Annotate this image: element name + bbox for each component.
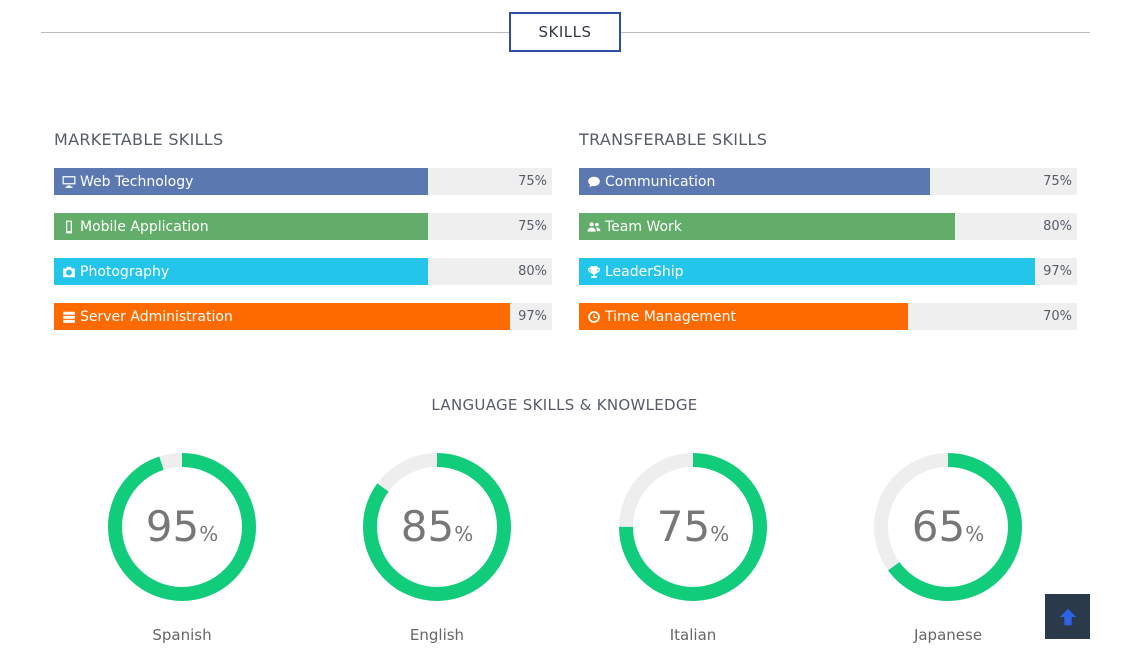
skill-percent: 75% [518,174,547,189]
skill-percent: 80% [1043,219,1072,234]
skill-percent: 97% [518,309,547,324]
language-number: 95 [145,502,200,551]
skill-label: LeaderShip [605,263,684,280]
skill-percent: 70% [1043,309,1072,324]
trophy-icon [588,265,600,278]
skill-bar: LeaderShip 97% [579,258,1077,285]
skill-label: Team Work [605,218,682,235]
skill-bar-fill: Communication [579,168,931,195]
language-donut: 95% Spanish [107,452,257,644]
skill-bar: Server Administration 97% [54,303,552,330]
percent-unit: % [965,522,985,546]
skill-bar: Communication 75% [579,168,1077,195]
desktop-icon [62,175,76,188]
skill-label: Web Technology [80,173,194,190]
skill-label: Time Management [605,308,736,325]
server-icon [63,311,75,323]
skill-label: Mobile Application [80,218,209,235]
language-name: Italian [669,626,717,644]
language-donut: 65% Japanese [873,452,1023,644]
percent-unit: % [710,522,730,546]
language-donut: 75% Italian [618,452,768,644]
skill-label: Communication [605,173,716,190]
skill-percent: 75% [518,219,547,234]
users-icon [587,221,601,232]
back-to-top-button[interactable] [1045,594,1090,639]
language-heading: LANGUAGE SKILLS & KNOWLEDGE [431,396,698,414]
skill-bar-fill: Server Administration [54,303,510,330]
skill-bar: Mobile Application 75% [54,213,552,240]
section-header: SKILLS [41,12,1090,52]
skill-bar-fill: Photography [54,258,428,285]
skill-percent: 97% [1043,264,1072,279]
skill-bar: Time Management 70% [579,303,1077,330]
language-value: 75% [618,502,768,559]
language-name: English [409,626,465,644]
clock-icon [588,310,600,323]
skill-percent: 75% [1043,174,1072,189]
comments-icon [588,176,600,187]
skill-label: Photography [80,263,170,280]
language-donut: 85% English [362,452,512,644]
language-name: Japanese [913,626,983,644]
language-value: 65% [873,502,1023,559]
skill-bar-fill: LeaderShip [579,258,1035,285]
language-number: 75 [656,502,711,551]
skill-bar: Web Technology 75% [54,168,552,195]
language-value: 95% [107,502,257,559]
skill-bar-fill: Team Work [579,213,955,240]
language-value: 85% [362,502,512,559]
mobile-icon [66,220,72,233]
transferable-skills: TRANSFERABLE SKILLS Communication 75% Team… [579,128,1077,348]
percent-unit: % [454,522,474,546]
marketable-skills: MARKETABLE SKILLS Web Technology 75% Mobil… [54,128,552,348]
section-title: SKILLS [509,12,621,52]
skill-bar: Team Work 80% [579,213,1077,240]
percent-unit: % [199,522,219,546]
marketable-heading: MARKETABLE SKILLS [54,130,224,149]
skill-percent: 80% [518,264,547,279]
marketable-bars: Web Technology 75% Mobile Application 75% Ph… [54,168,552,330]
skill-bar: Photography 80% [54,258,552,285]
transferable-heading: TRANSFERABLE SKILLS [579,130,768,149]
skill-bar-fill: Web Technology [54,168,428,195]
camera-icon [63,266,75,277]
skill-bar-fill: Mobile Application [54,213,428,240]
skill-bar-fill: Time Management [579,303,908,330]
transferable-bars: Communication 75% Team Work 80% LeaderShip 97… [579,168,1077,330]
skill-label: Server Administration [80,308,233,325]
arrow-up-icon [1059,608,1076,625]
language-number: 85 [400,502,455,551]
language-number: 65 [911,502,966,551]
language-name: Spanish [152,626,212,644]
